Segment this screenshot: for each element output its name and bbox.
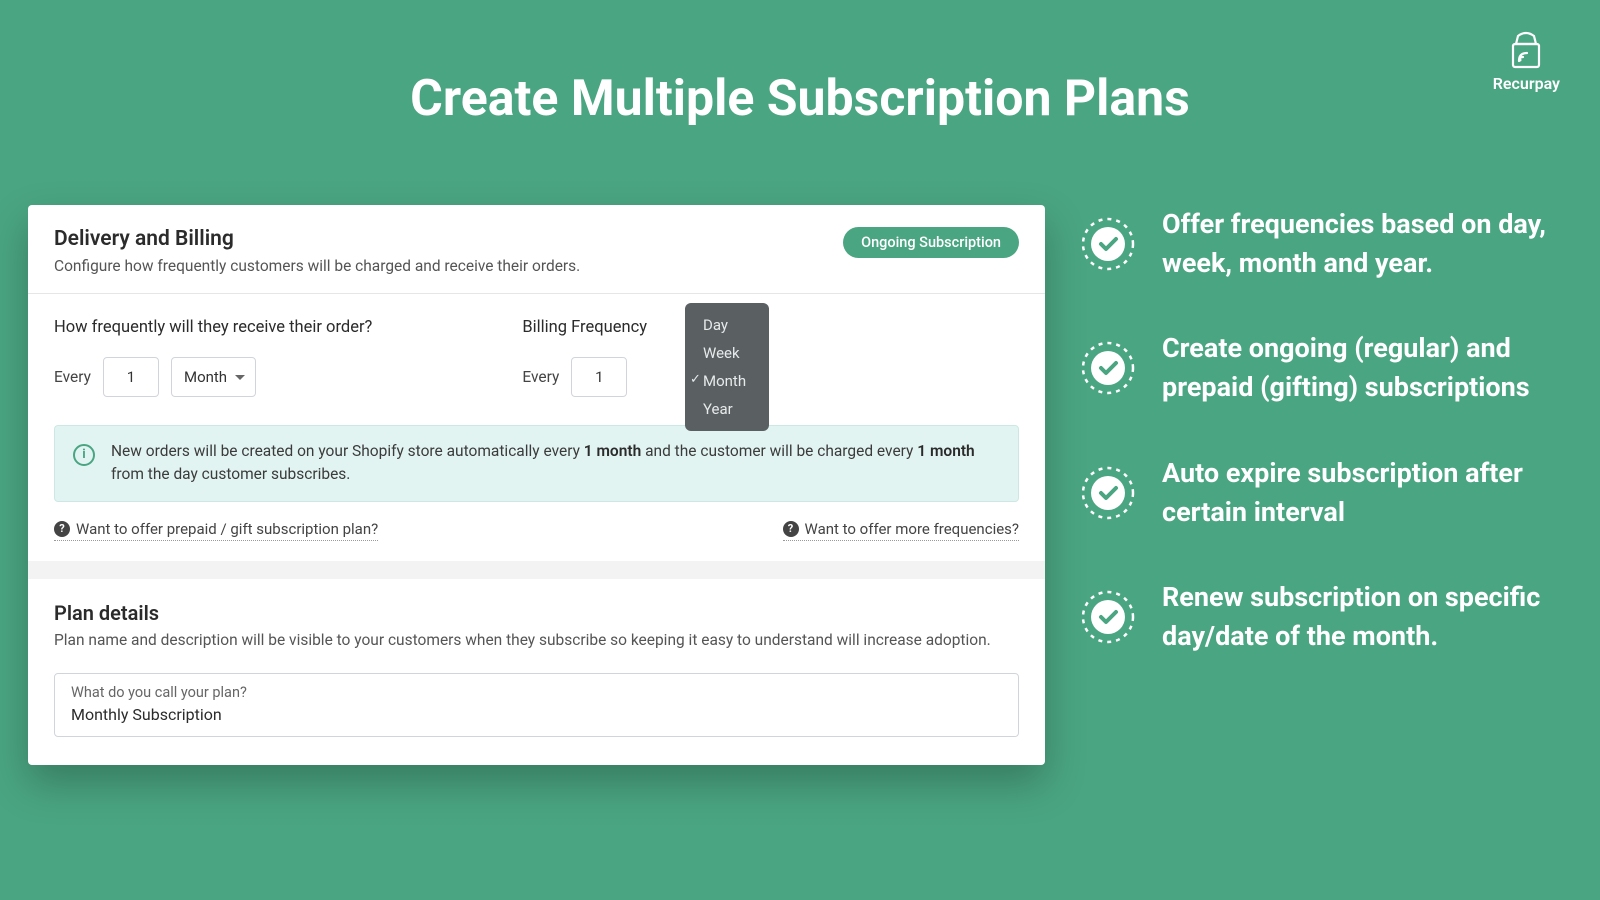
feature-list: Offer frequencies based on day, week, mo… <box>1080 205 1560 702</box>
order-frequency-label: How frequently will they receive their o… <box>54 318 372 337</box>
info-icon: i <box>73 444 95 466</box>
question-icon: ? <box>783 521 799 537</box>
more-frequencies-help-link[interactable]: ? Want to offer more frequencies? <box>783 520 1020 541</box>
order-count-input[interactable]: 1 <box>103 357 159 397</box>
check-circle-icon <box>1080 589 1136 645</box>
order-period-value: Month <box>184 368 227 386</box>
shopping-bag-icon <box>1506 30 1546 70</box>
delivery-billing-subtitle: Configure how frequently customers will … <box>54 257 843 275</box>
feature-text: Create ongoing (regular) and prepaid (gi… <box>1162 329 1560 407</box>
billing-count-input[interactable]: 1 <box>571 357 627 397</box>
info-banner: i New orders will be created on your Sho… <box>54 425 1019 502</box>
section-divider <box>28 561 1045 579</box>
period-dropdown[interactable]: Day Week Month Year <box>685 303 769 431</box>
feature-item: Renew subscription on specific day/date … <box>1080 578 1560 656</box>
check-circle-icon <box>1080 340 1136 396</box>
plan-details-subtitle: Plan name and description will be visibl… <box>54 631 1019 649</box>
feature-item: Create ongoing (regular) and prepaid (gi… <box>1080 329 1560 407</box>
brand-name: Recurpay <box>1493 74 1560 93</box>
plan-name-value: Monthly Subscription <box>71 705 1002 724</box>
feature-item: Offer frequencies based on day, week, mo… <box>1080 205 1560 283</box>
subscription-type-badge[interactable]: Ongoing Subscription <box>843 227 1019 258</box>
settings-panel: Delivery and Billing Configure how frequ… <box>28 205 1045 765</box>
prepaid-help-link[interactable]: ? Want to offer prepaid / gift subscript… <box>54 520 378 541</box>
billing-frequency-label: Billing Frequency <box>522 318 647 337</box>
every-label: Every <box>54 368 91 386</box>
info-text: New orders will be created on your Shopi… <box>111 440 1000 487</box>
dropdown-option-month[interactable]: Month <box>685 367 769 395</box>
plan-details-title: Plan details <box>54 601 1019 625</box>
plan-name-input[interactable]: What do you call your plan? Monthly Subs… <box>54 673 1019 737</box>
order-frequency-block: How frequently will they receive their o… <box>54 318 372 397</box>
check-circle-icon <box>1080 216 1136 272</box>
check-circle-icon <box>1080 465 1136 521</box>
feature-text: Offer frequencies based on day, week, mo… <box>1162 205 1560 283</box>
dropdown-option-week[interactable]: Week <box>685 339 769 367</box>
delivery-billing-title: Delivery and Billing <box>54 227 843 251</box>
every-label: Every <box>522 368 559 386</box>
dropdown-option-day[interactable]: Day <box>685 311 769 339</box>
brand-logo: Recurpay <box>1493 30 1560 93</box>
feature-item: Auto expire subscription after certain i… <box>1080 454 1560 532</box>
billing-frequency-block: Billing Frequency Every 1 <box>522 318 647 397</box>
plan-name-label: What do you call your plan? <box>71 684 1002 701</box>
page-title: Create Multiple Subscription Plans <box>0 0 1600 128</box>
question-icon: ? <box>54 521 70 537</box>
order-period-select[interactable]: Month <box>171 357 256 397</box>
dropdown-option-year[interactable]: Year <box>685 395 769 423</box>
feature-text: Renew subscription on specific day/date … <box>1162 578 1560 656</box>
feature-text: Auto expire subscription after certain i… <box>1162 454 1560 532</box>
